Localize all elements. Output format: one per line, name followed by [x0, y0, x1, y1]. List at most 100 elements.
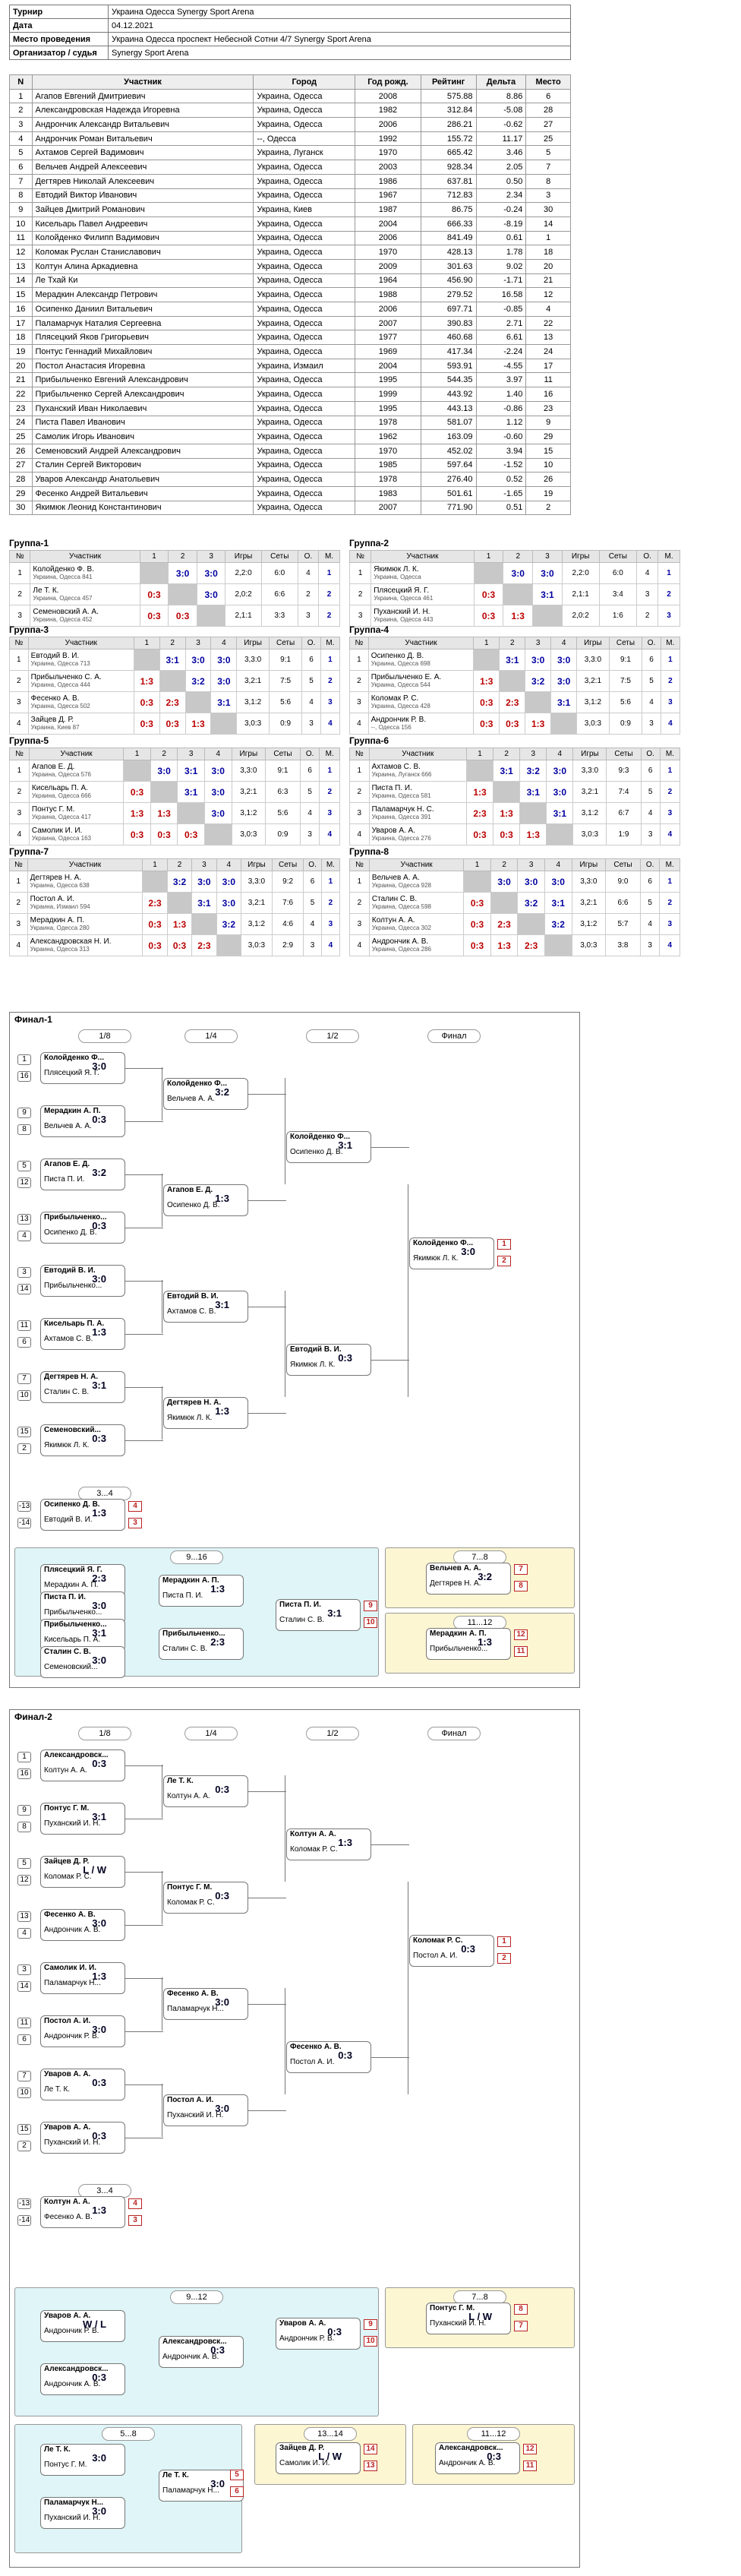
table-row: 24 Писта Павел Иванович Украина, Одесса 197…: [9, 415, 571, 431]
players-header-cell: Город: [253, 74, 356, 90]
table-cell: Украина, Одесса: [253, 400, 356, 416]
place-badge: 4: [128, 1501, 142, 1512]
group-cell: 9:1: [608, 649, 643, 671]
table-cell: Евтодий Виктор Иванович: [31, 188, 254, 204]
group-header-cell: 1: [133, 637, 160, 650]
match-player-a: Понтус Г. М.: [167, 1883, 213, 1892]
table-cell: Украина, Измаил: [253, 358, 356, 374]
seed-number: 2: [17, 2141, 31, 2151]
match-player-a: Колтун А. А.: [290, 1830, 336, 1838]
seed-number: 6: [17, 1337, 31, 1348]
group-header-cell: Игры: [225, 550, 262, 563]
participant-city: Украина, Измаил 594: [30, 902, 90, 910]
group-score-cell: 0:3: [473, 605, 504, 627]
group-participant-cell: Кисельарь П. А. Украина, Одесса 666: [28, 781, 125, 803]
group-score-cell: 2:3: [191, 934, 217, 956]
group-header-cell: 2: [166, 858, 193, 871]
group-score-cell: 1:3: [473, 670, 500, 692]
table-cell: 771.90: [420, 500, 477, 516]
group-header-cell: 2: [168, 550, 197, 563]
group-score-cell: 3:0: [550, 670, 578, 692]
group-row: 3 Коломак Р. С. Украина, Одесса 428 0:3 2:3 3…: [349, 691, 681, 713]
match-score: 3:0: [461, 1246, 475, 1257]
group-cell: 1: [320, 649, 341, 671]
group-cell: 7:5: [268, 670, 303, 692]
group-header-cell: 1: [465, 748, 494, 760]
group-cell: 3,3:0: [231, 760, 266, 782]
match-player-b: Андрончик А. В.: [44, 2380, 101, 2388]
group-title: Группа-2: [349, 538, 389, 548]
group-cell: 1: [349, 649, 369, 671]
table-cell: 22: [9, 387, 33, 402]
group-header-cell: Участник: [370, 550, 475, 563]
table-cell: 8: [9, 188, 33, 204]
group-score-cell: 0:3: [166, 934, 193, 956]
group-participant-cell: Семеновский А. А. Украина, Одесса 452: [30, 605, 140, 627]
match-player-a: Самолик И. И.: [44, 1964, 97, 1972]
group-cell: 3: [9, 691, 29, 713]
connector-line: [125, 1334, 163, 1335]
participant-name: Андрончик А. В.: [371, 937, 429, 946]
match-player-b: Семеновский...: [44, 1663, 98, 1671]
group-cell: 1: [320, 871, 341, 893]
match-box: Понтус Г. М. Пуханский И. Н. L / W: [426, 2303, 511, 2334]
participant-city: Украина, Одесса 443: [374, 615, 434, 623]
match-player-b: Сталин С. В.: [44, 1388, 90, 1396]
participant-city: Украина, Одесса 163: [31, 834, 91, 842]
group-row: 1 Дегтярев Н. А. Украина, Одесса 638 3:2 3:0…: [9, 871, 341, 893]
seed-number: 10: [17, 2088, 31, 2098]
match-box: Колойденко Ф... Осипенко Д. В. 3:1: [286, 1131, 371, 1163]
group-participant-cell: Агапов Е. Д. Украина, Одесса 576: [28, 760, 125, 782]
group-title: Группа-4: [349, 624, 389, 635]
match-player-a: Александровск...: [439, 2444, 503, 2452]
table-cell: 0.50: [475, 173, 527, 189]
participant-name: Прибыльченко Е. А.: [370, 672, 442, 681]
place-badge: 4: [128, 2198, 142, 2209]
match-player-b: Якимюк Л. К.: [413, 1254, 459, 1263]
match-score: 3:0: [92, 1273, 106, 1285]
match-player-a: Агапов Е. Д.: [44, 1160, 90, 1168]
match-box: Ле Т. К. Колтун А. А. 0:3: [163, 1775, 248, 1807]
group-block: Группа-7 № Участник 1 2 3 4 Игры Сеты О. М. 1 Дегтяр…: [9, 846, 341, 956]
group-cell: 6:6: [260, 583, 298, 605]
group-score-cell: 1:3: [465, 781, 494, 803]
table-cell: 2009: [355, 258, 421, 274]
connector-line: [125, 1121, 163, 1122]
group-cell: 5:7: [605, 913, 641, 935]
match-player-b: Евтодий В. И.: [44, 1516, 93, 1524]
group-score-cell: 3:0: [490, 871, 519, 893]
table-cell: Якимюк Леонид Константинович: [31, 500, 254, 516]
group-score-cell: 3:0: [196, 562, 226, 584]
group-cell: 2: [657, 583, 680, 605]
match-player-b: Ахтамов С. В.: [44, 1335, 93, 1343]
group-participant-cell: Сталин С. В. Украина, Одесса 598: [368, 892, 465, 914]
participant-city: Украина, Одесса 598: [371, 902, 431, 910]
group-cell: 5: [642, 670, 661, 692]
table-cell: Колтун Алина Аркадиевна: [31, 258, 254, 274]
table-row: 27 Сталин Сергей Викторович Украина, Одесс…: [9, 457, 571, 473]
group-score-cell: 3:0: [546, 781, 574, 803]
participant-city: --, Одесса 156: [370, 723, 411, 731]
group-header-cell: О.: [640, 748, 661, 760]
table-cell: 86.75: [420, 202, 477, 217]
table-row: 13 Колтун Алина Аркадиевна Украина, Одесса…: [9, 258, 571, 274]
table-cell: 2.05: [475, 160, 527, 175]
group-score-cell: 0:3: [493, 823, 521, 845]
table-row: 10 Кисельарь Павел Андреевич Украина, Одес…: [9, 216, 571, 232]
table-row: 29 Фесенко Андрей Витальевич Украина, Одес…: [9, 485, 571, 501]
table-cell: 2006: [355, 230, 421, 246]
players-header-cell: N: [9, 74, 33, 90]
match-box: Колтун А. А. Коломак Р. С. 1:3: [286, 1828, 371, 1860]
seed-number: 5: [17, 1858, 31, 1869]
place-badge: 13: [364, 2461, 377, 2471]
group-score-cell: 0:3: [465, 823, 494, 845]
match-box: Агапов Е. Д. Осипенко Д. В. 1:3: [163, 1184, 248, 1216]
participant-city: Украина, Одесса 452: [33, 615, 93, 623]
match-player-b: Плясецкий Я. Г.: [44, 1069, 99, 1077]
group-header-row: № Участник 1 2 3 Игры Сеты О. М.: [348, 550, 680, 563]
seed-number: 15: [17, 1427, 31, 1437]
table-cell: 11: [9, 230, 33, 246]
group-cell: 0:9: [608, 713, 643, 735]
group-cell: 3: [299, 823, 320, 845]
table-cell: 1982: [355, 103, 421, 119]
